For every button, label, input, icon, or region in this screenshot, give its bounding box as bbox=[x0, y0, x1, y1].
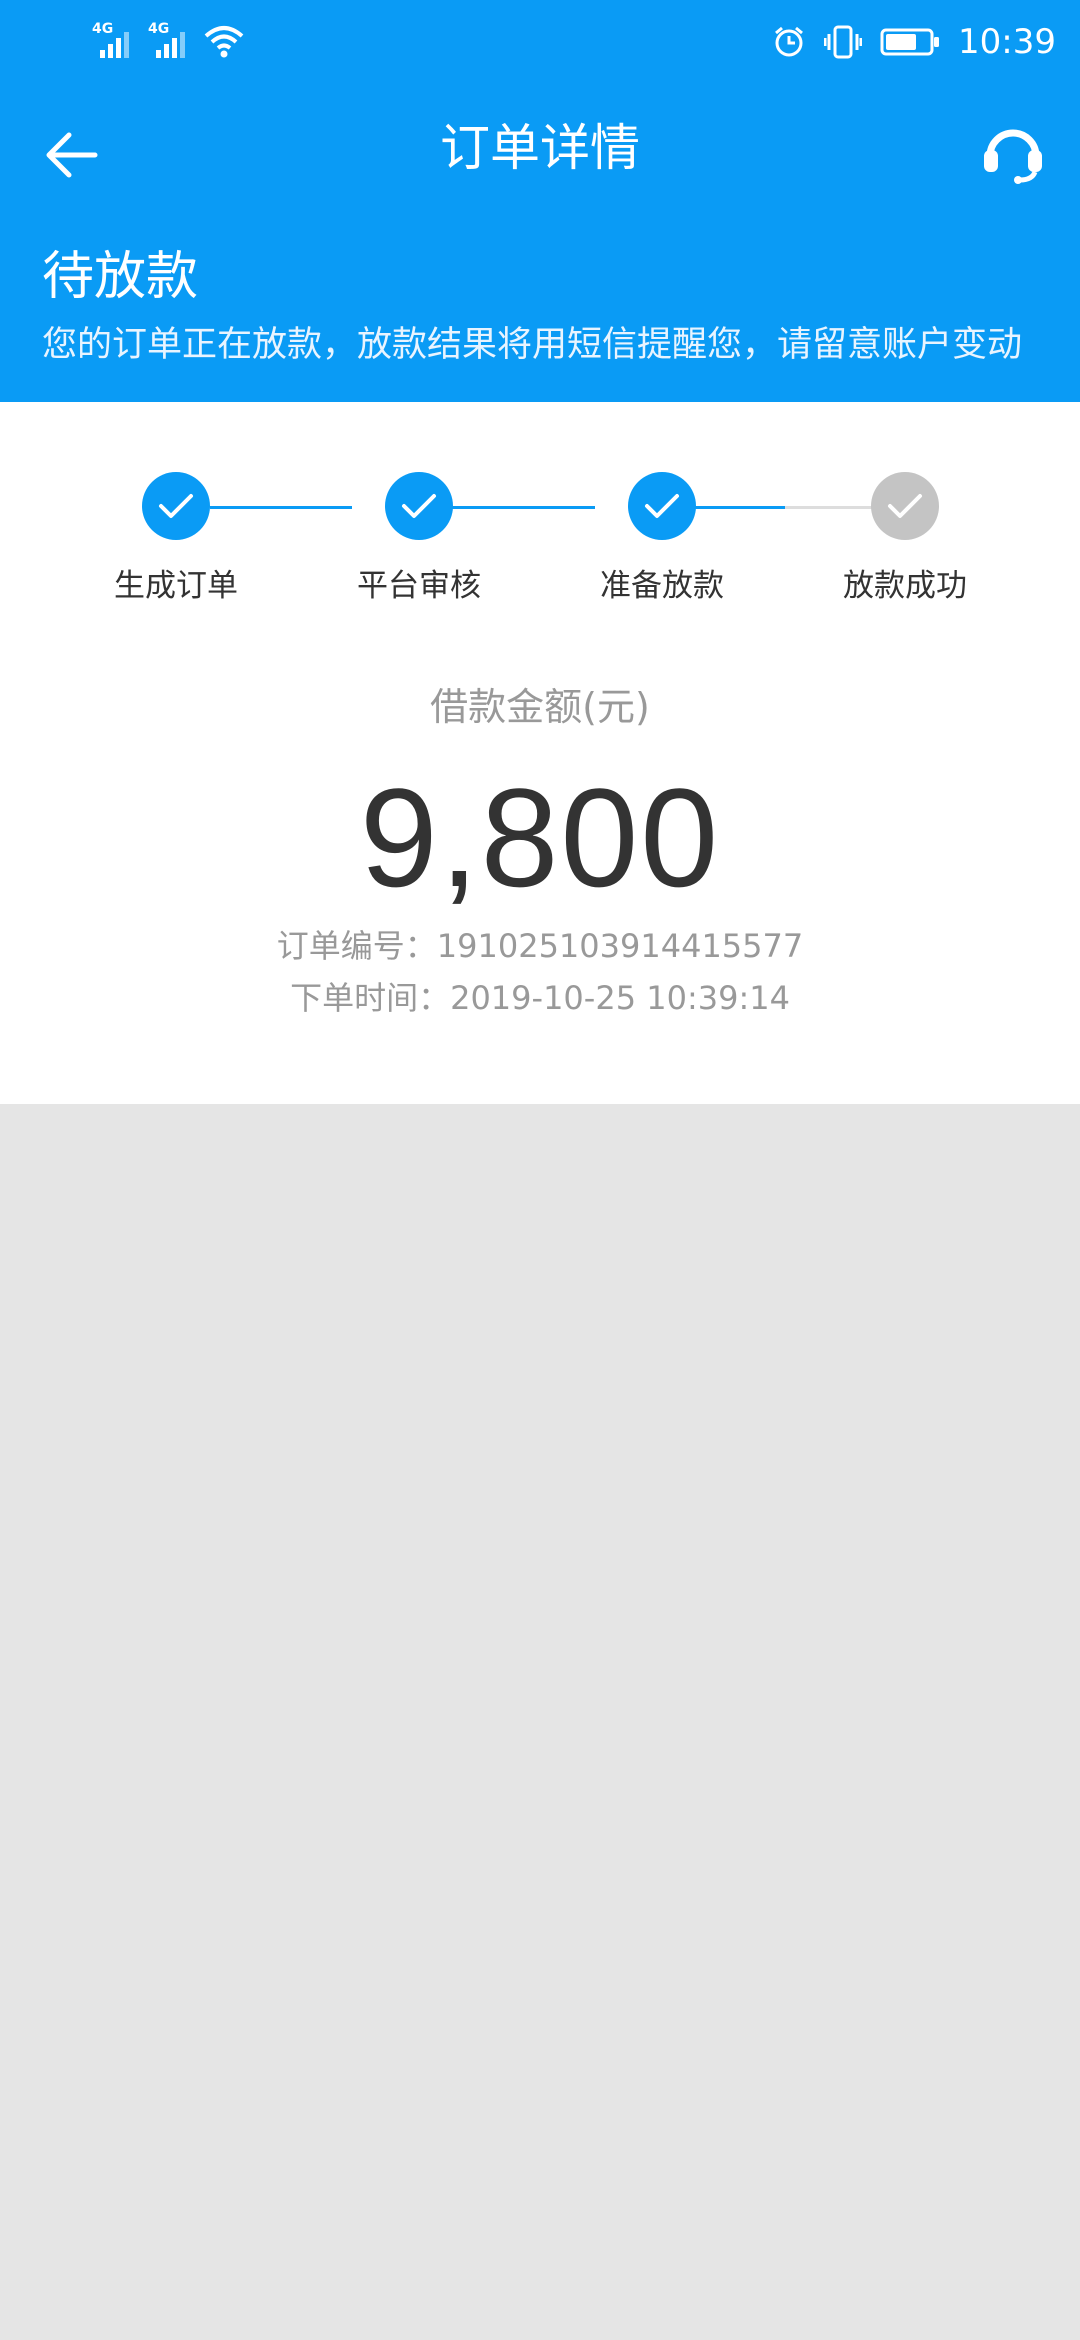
alarm-icon bbox=[775, 26, 803, 57]
order-status-description: 您的订单正在放款，放款结果将用短信提醒您，请留意账户变动 bbox=[42, 325, 1023, 365]
step-disbursement-success: 放款成功 bbox=[785, 472, 1025, 606]
wifi-icon bbox=[204, 26, 244, 58]
step-platform-review: 平台审核 bbox=[299, 472, 539, 606]
vibrate-icon bbox=[824, 25, 863, 59]
step-prepare-disbursement: 准备放款 bbox=[542, 472, 782, 606]
clock: 10:39 bbox=[958, 22, 1056, 62]
step-label: 放款成功 bbox=[843, 568, 967, 604]
step-done-indicator bbox=[142, 472, 210, 540]
order-number-value: 191025103914415577 bbox=[436, 927, 804, 965]
order-status-banner: 待放款 您的订单正在放款，放款结果将用短信提醒您，请留意账户变动 bbox=[0, 216, 1080, 402]
order-number-row: 订单编号：191025103914415577 bbox=[0, 924, 1080, 968]
step-done-indicator bbox=[385, 472, 453, 540]
order-time-row: 下单时间：2019-10-25 10:39:14 bbox=[0, 976, 1080, 1020]
order-time-label: 下单时间： bbox=[290, 979, 451, 1017]
network-status: 4G 4G bbox=[92, 22, 244, 58]
headset-icon bbox=[984, 129, 1042, 184]
signal-icon: 4G bbox=[148, 22, 192, 58]
check-icon bbox=[402, 494, 436, 518]
loan-amount: 9,800 bbox=[359, 759, 721, 916]
loan-amount-label: 借款金额(元) bbox=[430, 685, 650, 729]
device-status: 10:39 bbox=[772, 18, 1056, 66]
battery-icon bbox=[880, 28, 940, 56]
order-number-label: 订单编号： bbox=[276, 927, 437, 965]
order-time-value: 2019-10-25 10:39:14 bbox=[450, 979, 790, 1017]
check-icon bbox=[888, 494, 922, 518]
title-bar: 订单详情 bbox=[0, 84, 1080, 216]
step-done-indicator bbox=[628, 472, 696, 540]
step-create-order: 生成订单 bbox=[56, 472, 296, 606]
order-status-title: 待放款 bbox=[42, 247, 199, 307]
step-pending-indicator bbox=[871, 472, 939, 540]
page-title: 订单详情 bbox=[440, 119, 640, 177]
signal-icon: 4G bbox=[92, 22, 136, 58]
order-detail-card: 生成订单 平台审核 准备放款 放款成功 借款金额(元) 9,800 订单编号：1… bbox=[0, 402, 1080, 1104]
status-bar: 4G 4G 10:39 bbox=[0, 0, 1080, 84]
check-icon bbox=[159, 494, 193, 518]
customer-service-button[interactable] bbox=[968, 108, 1058, 198]
step-label: 平台审核 bbox=[357, 568, 481, 604]
progress-steps: 生成订单 平台审核 准备放款 放款成功 bbox=[0, 402, 1080, 604]
step-label: 生成订单 bbox=[114, 568, 238, 604]
check-icon bbox=[645, 494, 679, 518]
step-label: 准备放款 bbox=[600, 568, 724, 604]
